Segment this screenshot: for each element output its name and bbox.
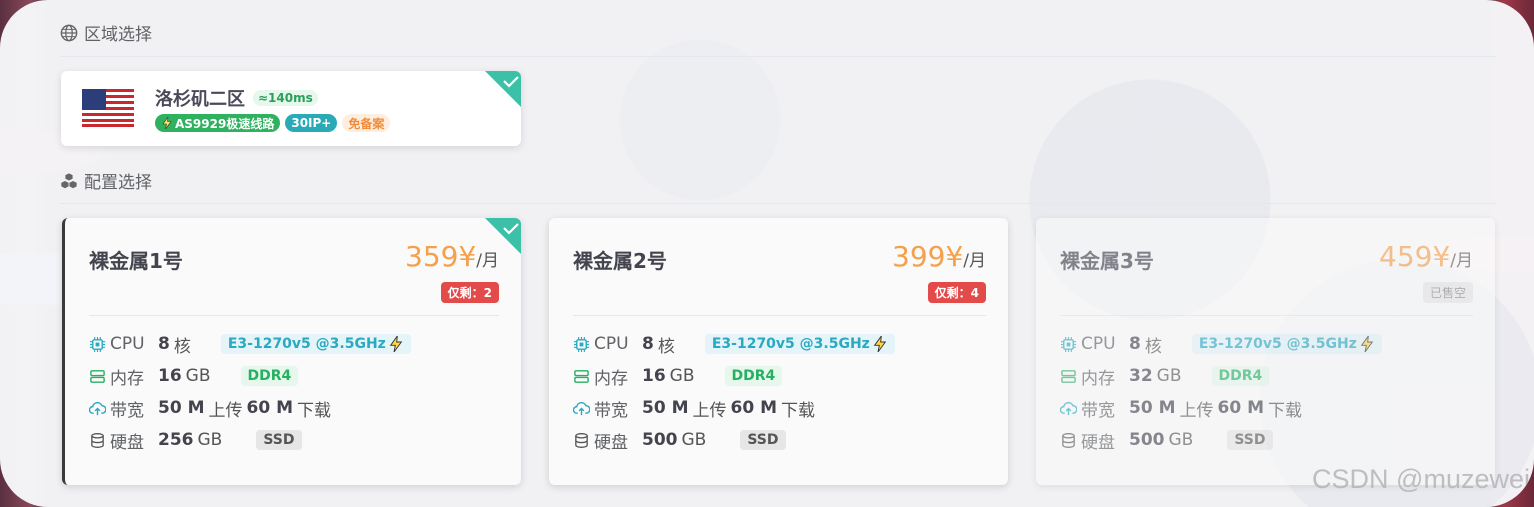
cpu-model-chip: E3-1270v5 @3.5GHz <box>220 334 411 354</box>
database-icon <box>575 432 588 448</box>
spec-cpu: CPU 8 核 E3-1270v5 @3.5GHz <box>89 332 411 357</box>
memory-icon <box>574 369 589 383</box>
csdn-watermark: CSDN @muzewei <box>1312 464 1530 494</box>
lightning-icon <box>389 336 403 352</box>
region-section-label: 区域选择 <box>84 25 152 45</box>
region-section-title: 区域选择 <box>60 20 152 45</box>
database-icon <box>91 432 104 448</box>
price-unit: /月 <box>963 251 986 271</box>
disk-type-chip: SSD <box>740 430 786 450</box>
spec-disk: 硬盘 256 GB SSD <box>89 428 302 453</box>
disk-type-chip: SSD <box>256 430 302 450</box>
stock-badge: 仅剩：4 <box>927 282 986 303</box>
selection-panel: 区域选择 洛杉矶二区 ≈140ms AS9929极速线路 30IP+ 免备案 配… <box>0 0 1534 507</box>
globe-icon <box>60 24 78 41</box>
price-value: 459¥ <box>1379 240 1451 273</box>
plan-card-2[interactable]: 裸金属2号 399¥ /月 仅剩：4 CPU 8 核 E3-1270v5 @3.… <box>549 218 1008 485</box>
memory-type-chip: DDR4 <box>240 366 299 386</box>
config-section-label: 配置选择 <box>84 173 152 193</box>
region-name: 洛杉矶二区 ≈140ms <box>155 85 318 111</box>
cloud-upload-icon <box>89 401 106 415</box>
spec-cpu: CPU 8 核 E3-1270v5 @3.5GHz <box>573 332 895 357</box>
spec-bandwidth: 带宽 50 M 上传 60 M 下载 <box>1060 396 1306 421</box>
divider <box>60 203 1496 204</box>
selected-check-icon <box>485 71 521 107</box>
divider <box>1060 315 1473 316</box>
sold-out-badge: 已售空 <box>1422 282 1473 303</box>
config-section-title: 配置选择 <box>60 168 152 193</box>
spec-memory: 内存 32 GB DDR4 <box>1060 364 1270 389</box>
spec-cpu: CPU 8 核 E3-1270v5 @3.5GHz <box>1060 332 1382 357</box>
selected-check-icon <box>485 218 521 254</box>
divider <box>89 315 499 316</box>
memory-icon <box>90 369 105 383</box>
ip-tag: 30IP+ <box>285 114 338 132</box>
plan-name: 裸金属2号 <box>573 249 667 273</box>
us-flag-icon <box>82 89 134 127</box>
plan-name: 裸金属3号 <box>1060 249 1154 273</box>
divider <box>573 315 986 316</box>
memory-type-chip: DDR4 <box>724 366 783 386</box>
cubes-icon <box>61 172 77 188</box>
spec-bandwidth: 带宽 50 M 上传 60 M 下载 <box>89 396 335 421</box>
spec-memory: 内存 16 GB DDR4 <box>573 364 783 389</box>
spec-memory: 内存 16 GB DDR4 <box>89 364 299 389</box>
memory-type-chip: DDR4 <box>1211 366 1270 386</box>
spec-bandwidth: 带宽 50 M 上传 60 M 下载 <box>573 396 819 421</box>
cpu-model-chip: E3-1270v5 @3.5GHz <box>1191 334 1382 354</box>
region-card-los-angeles-2[interactable]: 洛杉矶二区 ≈140ms AS9929极速线路 30IP+ 免备案 <box>61 71 521 146</box>
cpu-icon <box>89 336 106 352</box>
cloud-upload-icon <box>1060 401 1077 415</box>
plan-price: 399¥ /月 <box>892 240 986 273</box>
plan-price: 459¥ /月 <box>1379 240 1473 273</box>
stock-badge: 仅剩：2 <box>440 282 499 303</box>
lightning-icon <box>1360 336 1374 352</box>
region-name-text: 洛杉矶二区 <box>155 89 245 110</box>
spec-disk: 硬盘 500 GB SSD <box>1060 428 1273 453</box>
line-tag: AS9929极速线路 <box>155 114 281 132</box>
price-value: 399¥ <box>892 240 964 273</box>
price-unit: /月 <box>1450 251 1473 271</box>
disk-type-chip: SSD <box>1227 430 1273 450</box>
ping-badge: ≈140ms <box>253 90 318 106</box>
no-filing-tag: 免备案 <box>342 114 391 132</box>
plan-card-3: 裸金属3号 459¥ /月 已售空 CPU 8 核 E3-1270v5 @3.5… <box>1036 218 1495 485</box>
cpu-icon <box>573 336 590 352</box>
region-tags: AS9929极速线路 30IP+ 免备案 <box>155 114 391 132</box>
database-icon <box>1062 432 1075 448</box>
cloud-upload-icon <box>573 401 590 415</box>
cpu-model-chip: E3-1270v5 @3.5GHz <box>704 334 895 354</box>
plan-card-1[interactable]: 裸金属1号 359¥ /月 仅剩：2 CPU 8 核 E3-1270v5 @3.… <box>62 218 521 485</box>
memory-icon <box>1061 369 1076 383</box>
lightning-icon <box>873 336 887 352</box>
price-value: 359¥ <box>405 240 477 273</box>
lightning-icon <box>162 117 172 129</box>
plan-name: 裸金属1号 <box>89 249 183 273</box>
spec-disk: 硬盘 500 GB SSD <box>573 428 786 453</box>
divider <box>60 56 1496 57</box>
cpu-icon <box>1060 336 1077 352</box>
